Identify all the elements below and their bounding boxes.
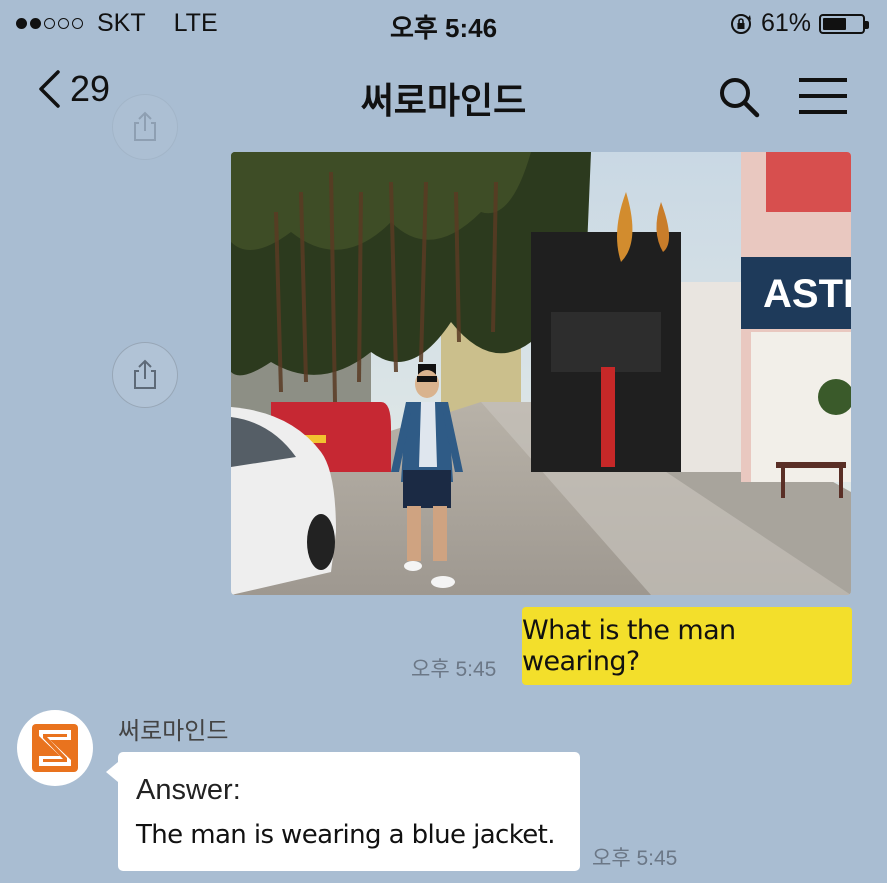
rotation-lock-icon	[730, 13, 751, 34]
share-icon	[134, 111, 156, 141]
menu-icon[interactable]	[798, 76, 848, 116]
status-right: 61%	[729, 9, 869, 38]
sender-logo-icon	[32, 724, 78, 772]
shared-photo[interactable]: ASTER	[231, 152, 851, 595]
sender-name: 써로마인드	[118, 718, 229, 745]
status-bar: SKT LTE 오후 5:46 61%	[0, 0, 887, 46]
incoming-message-text: The man is wearing a blue jacket.	[136, 820, 556, 850]
outgoing-message-text: What is the man wearing?	[522, 615, 736, 677]
outgoing-message-time: 오후 5:45	[411, 658, 497, 681]
storefront-sign-text: ASTER	[763, 272, 851, 316]
battery-icon	[819, 13, 869, 34]
incoming-message-time: 오후 5:45	[592, 847, 678, 870]
bubble-tail	[106, 762, 118, 782]
answer-label: Answer:	[136, 774, 241, 806]
street-photo-image: ASTER	[231, 152, 851, 595]
share-button[interactable]	[112, 342, 178, 408]
battery-percent: 61%	[760, 9, 811, 37]
search-icon[interactable]	[716, 74, 762, 120]
incoming-message-bubble[interactable]: Answer: The man is wearing a blue jacket…	[106, 752, 580, 871]
outgoing-message-bubble[interactable]: What is the man wearing?	[522, 607, 852, 685]
share-icon	[134, 359, 156, 389]
share-button-previous[interactable]	[112, 94, 178, 160]
avatar[interactable]	[17, 710, 93, 786]
